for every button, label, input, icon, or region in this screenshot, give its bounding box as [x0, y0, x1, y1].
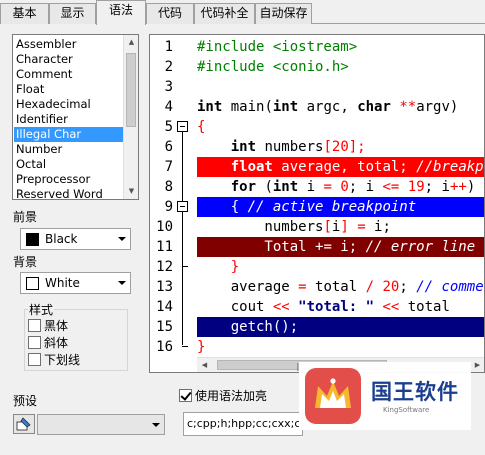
foreground-color-select[interactable]: Black	[20, 228, 131, 250]
fold-collapse-icon[interactable]	[177, 201, 188, 212]
line-number: 7	[164, 159, 173, 175]
line-number: 16	[156, 339, 173, 355]
code-line: #include <conio.h>	[197, 59, 349, 75]
syntax-highlight-label: 使用语法加亮	[195, 389, 268, 403]
tab-syntax[interactable]: 语法	[96, 0, 146, 25]
code-line-illegal: Total += i; // error line	[197, 237, 484, 257]
bold-checkbox[interactable]: 黑体	[28, 317, 68, 333]
code-line: {	[197, 119, 206, 135]
background-color-select[interactable]: White	[20, 272, 131, 294]
line-number: 13	[156, 279, 173, 295]
syntax-preview-editor[interactable]: 1 2 3 4 5 6 7 8 9 10 11 12 13 14 15 16 #…	[149, 34, 485, 373]
code-line: cout << "total: " << total	[197, 299, 450, 315]
underline-checkbox[interactable]: 下划线	[28, 351, 80, 367]
scrollbar-thumb[interactable]	[126, 53, 136, 127]
code-line: numbers[i] = i;	[197, 219, 391, 235]
line-number: 9	[164, 199, 173, 215]
watermark: 国王软件 KingSoftware	[299, 362, 471, 430]
style-group-label: 样式	[28, 301, 55, 318]
code-line: }	[197, 339, 206, 355]
line-number: 8	[164, 179, 173, 195]
list-scrollbar[interactable]: ▲ ▼	[123, 35, 138, 199]
use-syntax-highlight-checkbox[interactable]: 使用语法加亮	[179, 387, 267, 403]
line-number: 6	[164, 139, 173, 155]
list-item[interactable]: Preprocessor	[14, 172, 123, 187]
list-item[interactable]: Float	[14, 82, 123, 97]
list-item[interactable]: Assembler	[14, 37, 123, 52]
code-line: int numbers[20];	[230, 139, 366, 155]
list-item[interactable]: Octal	[14, 157, 123, 172]
list-item[interactable]: Hexadecimal	[14, 97, 123, 112]
chevron-down-icon	[152, 423, 160, 427]
chevron-down-icon	[118, 281, 126, 285]
fold-guide	[182, 132, 183, 345]
tab-code-completion[interactable]: 代码补全	[194, 3, 255, 24]
list-item[interactable]: Comment	[14, 67, 123, 82]
preset-label: 预设	[13, 394, 38, 408]
line-number: 4	[164, 99, 173, 115]
watermark-subtitle: KingSoftware	[383, 406, 430, 414]
fold-end-icon	[182, 266, 188, 267]
code-line-selected: getch();	[197, 317, 484, 337]
line-number: 10	[156, 219, 173, 235]
line-number: 3	[164, 79, 173, 95]
code-line: }	[230, 259, 240, 275]
tab-basic[interactable]: 基本	[0, 3, 49, 24]
crown-logo-icon	[305, 368, 361, 424]
file-extensions-input[interactable]: c;cpp;h;hpp;cc;cxx;cp	[183, 412, 303, 436]
brush-icon	[16, 417, 31, 431]
preset-select[interactable]	[37, 414, 165, 435]
scroll-left-icon[interactable]: ◀	[197, 358, 212, 372]
line-number: 1	[164, 39, 173, 55]
color-swatch	[26, 233, 39, 246]
checkbox-checked-icon[interactable]	[179, 389, 192, 402]
code-line-active-breakpoint: { // active breakpoint	[197, 197, 484, 217]
foreground-label: 前景	[13, 210, 38, 224]
code-line: for (int i = 0; i <= 19; i++)	[230, 179, 476, 195]
fold-collapse-icon[interactable]	[177, 121, 188, 132]
code-line-error: float average, total; //breakpoint	[197, 157, 484, 177]
color-swatch	[26, 277, 39, 290]
scroll-right-icon[interactable]: ▶	[470, 358, 484, 372]
watermark-title: 国王软件	[371, 380, 459, 404]
tab-code[interactable]: 代码	[146, 3, 194, 24]
italic-checkbox[interactable]: 斜体	[28, 334, 68, 350]
list-item[interactable]: Identifier	[14, 112, 123, 127]
checkbox-icon[interactable]	[28, 353, 41, 366]
code-line: #include <iostream>	[197, 39, 358, 55]
line-number: 14	[156, 299, 173, 315]
line-number: 15	[156, 319, 173, 335]
foreground-color-value: Black	[45, 232, 78, 246]
underline-label: 下划线	[44, 353, 81, 367]
tab-autosave[interactable]: 自动保存	[255, 3, 312, 24]
list-item-selected[interactable]: Illegal Char	[14, 127, 123, 142]
background-color-value: White	[45, 276, 80, 290]
code-line: int main(int argc, char **argv)	[197, 99, 459, 115]
line-number: 5	[164, 119, 173, 135]
line-number: 2	[164, 59, 173, 75]
italic-label: 斜体	[44, 336, 69, 350]
background-label: 背景	[13, 255, 38, 269]
checkbox-icon[interactable]	[28, 336, 41, 349]
scroll-up-icon[interactable]: ▲	[124, 35, 138, 50]
list-item[interactable]: Number	[14, 142, 123, 157]
list-item[interactable]: Character	[14, 52, 123, 67]
line-number: 12	[156, 259, 173, 275]
tab-bar: 基本 显示 语法 代码 代码补全 自动保存	[0, 0, 485, 25]
code-line: average = total / 20; // comment	[197, 279, 484, 295]
scroll-down-icon[interactable]: ▼	[124, 184, 138, 199]
syntax-category-list[interactable]: Assembler Character Comment Float Hexade…	[12, 34, 139, 200]
bold-label: 黑体	[44, 319, 69, 333]
checkbox-icon[interactable]	[28, 319, 41, 332]
preset-button[interactable]	[13, 414, 35, 434]
list-item[interactable]: Reserved Word	[14, 187, 123, 199]
chevron-down-icon	[118, 237, 126, 241]
fold-end-icon	[182, 346, 188, 347]
line-number: 11	[156, 239, 173, 255]
tab-display[interactable]: 显示	[49, 3, 96, 24]
